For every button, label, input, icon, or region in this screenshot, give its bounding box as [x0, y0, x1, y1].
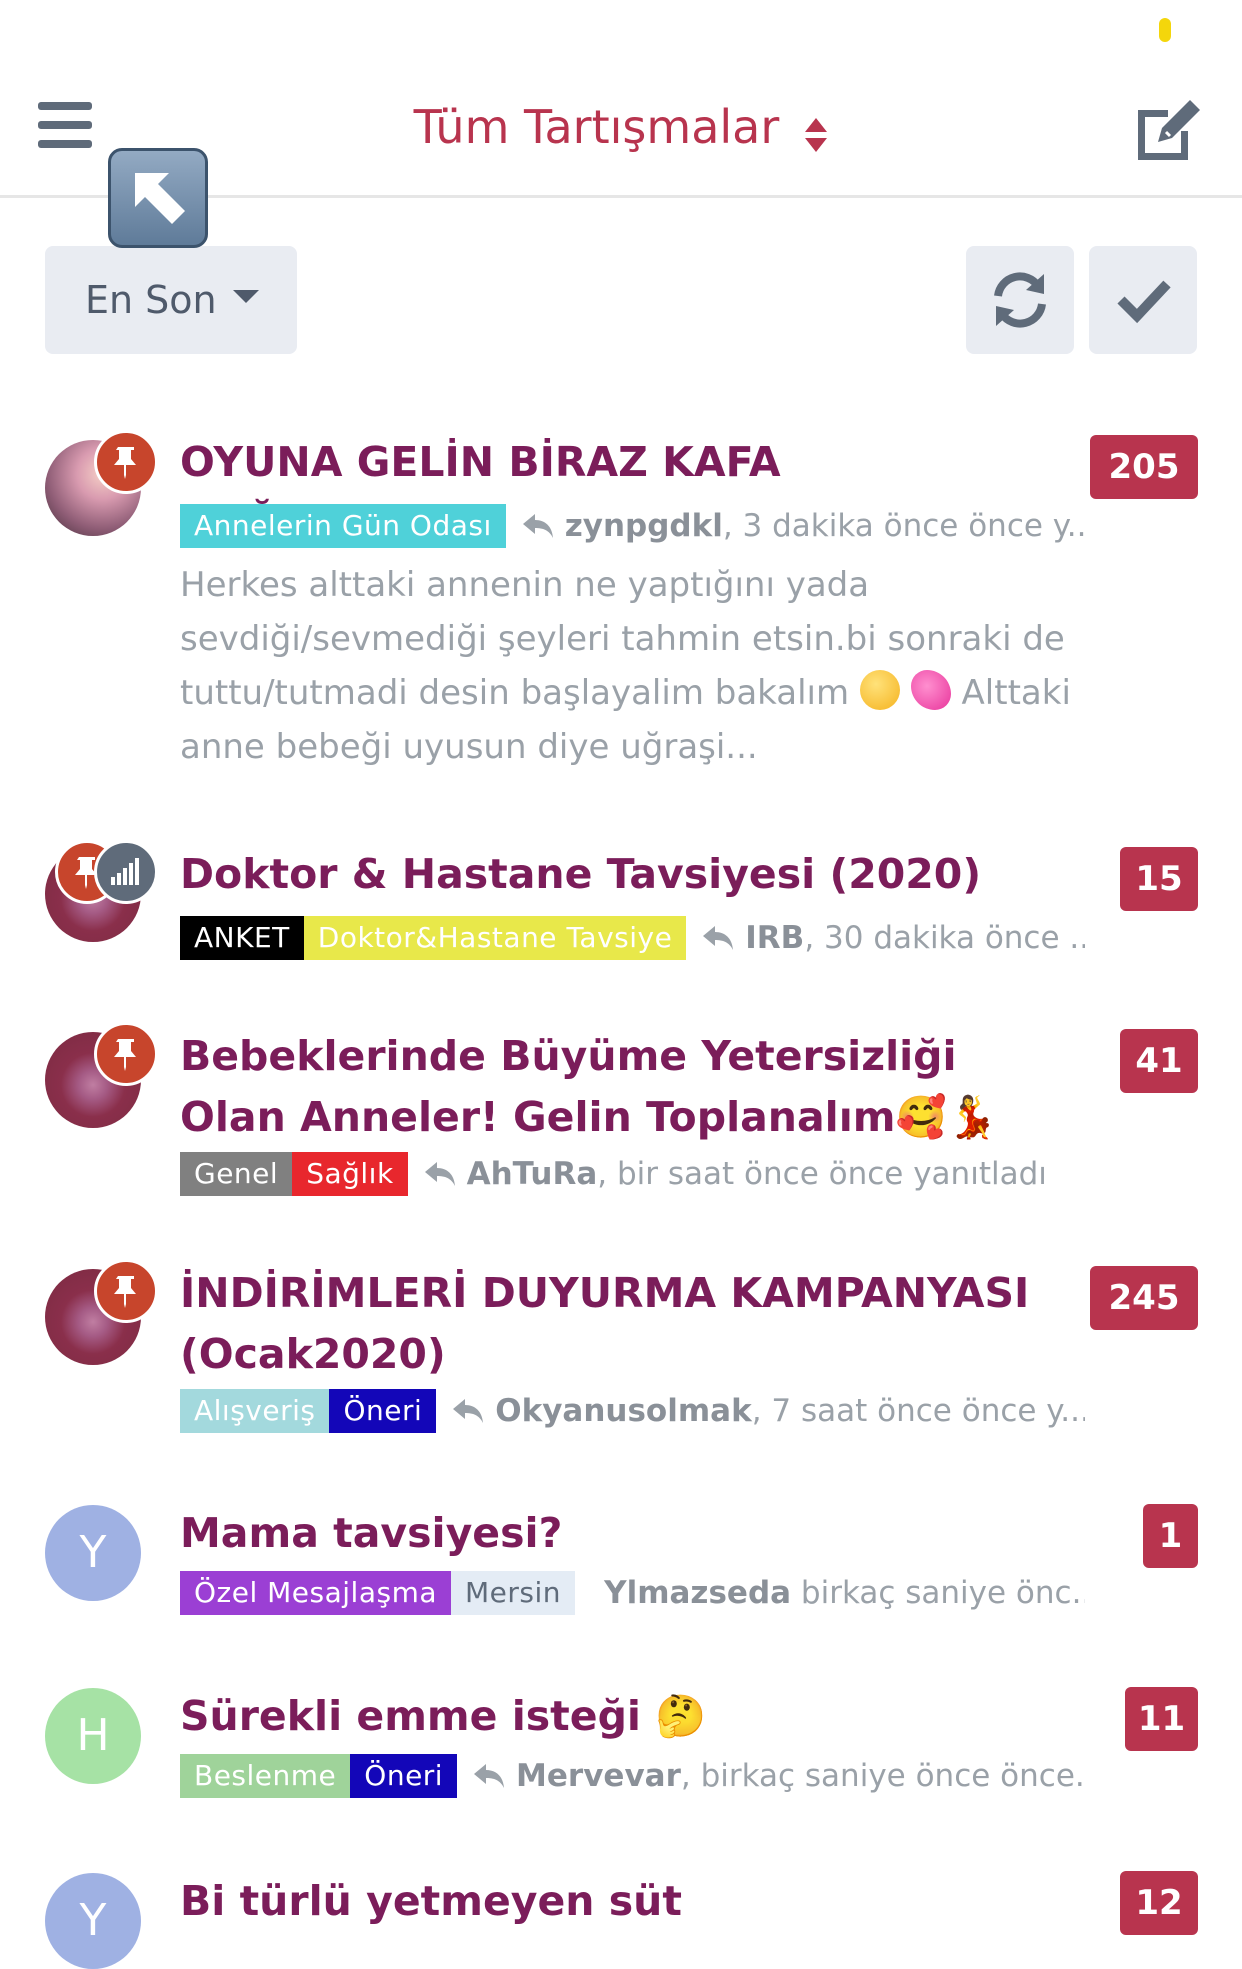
tag[interactable]: Öneri — [350, 1754, 458, 1798]
avatar[interactable]: Y — [45, 1873, 141, 1969]
last-reply: AhTuRa, bir saat önce önce yanıtladı — [423, 1152, 1047, 1196]
topic-meta: Özel Mesajlaşma Mersin Ylmazseda birkaç s… — [180, 1571, 1085, 1615]
topic-title[interactable]: Doktor & Hastane Tavsiyesi (2020) — [180, 844, 1040, 905]
reply-count: 1 — [1143, 1504, 1198, 1568]
sort-label: En Son — [85, 278, 217, 322]
username[interactable]: Mervevar — [516, 1758, 681, 1794]
pin-icon — [94, 430, 158, 494]
status-indicator — [1159, 18, 1171, 42]
reply-count: 41 — [1120, 1029, 1198, 1093]
mark-read-button[interactable] — [1089, 246, 1197, 354]
reply-icon — [424, 1162, 455, 1186]
avatar[interactable]: H — [45, 1688, 141, 1784]
caret-down-icon — [233, 290, 259, 303]
topic-meta: Beslenme Öneri Mervevar, birkaç saniye ön… — [180, 1754, 1085, 1798]
activity-text: , bir saat önce önce yanıtladı — [597, 1156, 1047, 1192]
activity-text: , 3 dakika önce önce y... — [722, 508, 1085, 544]
last-reply: IRB, 30 dakika önce ... — [701, 916, 1085, 960]
tag[interactable]: Sağlık — [292, 1152, 408, 1196]
reply-count: 245 — [1090, 1266, 1198, 1330]
reply-count: 12 — [1120, 1871, 1198, 1935]
sort-dropdown[interactable]: En Son — [45, 246, 297, 354]
topic-title[interactable]: İNDİRİMLERİ DUYURMA KAMPANYASI (Ocak2020… — [180, 1263, 1040, 1385]
tag[interactable]: Öneri — [329, 1389, 437, 1433]
back-arrow-icon[interactable] — [108, 148, 208, 248]
username[interactable]: Okyanusolmak — [495, 1393, 751, 1429]
refresh-button[interactable] — [966, 246, 1074, 354]
tag[interactable]: Mersin — [451, 1571, 576, 1615]
activity-text: birkaç saniye önc... — [791, 1575, 1085, 1611]
poll-icon — [94, 840, 158, 904]
username[interactable]: Ylmazseda — [604, 1575, 791, 1611]
tag[interactable]: Annelerin Gün Odası — [180, 504, 506, 548]
pin-icon — [94, 1259, 158, 1323]
reply-icon — [453, 1399, 484, 1423]
topic-excerpt: Herkes alttaki annenin ne yaptığını yada… — [180, 558, 1080, 774]
sort-arrows-icon[interactable] — [804, 116, 828, 154]
topic-title[interactable]: Bebeklerinde Büyüme Yetersizliği Olan An… — [180, 1026, 1040, 1148]
reply-count: 11 — [1125, 1687, 1198, 1751]
topic-meta: Genel Sağlık AhTuRa, bir saat önce önce y… — [180, 1152, 1085, 1196]
check-icon — [1117, 280, 1171, 324]
topic-meta: Annelerin Gün Odası zynpgdkl, 3 dakika ö… — [180, 504, 1085, 548]
activity-text: , 7 saat önce önce y... — [751, 1393, 1085, 1429]
topic-title[interactable]: Mama tavsiyesi? — [180, 1503, 1040, 1564]
tag[interactable]: ANKET — [180, 916, 304, 960]
tag[interactable]: Doktor&Hastane Tavsiye — [303, 916, 687, 960]
avatar[interactable]: Y — [45, 1505, 141, 1601]
activity-text: , birkaç saniye önce önce... — [680, 1758, 1085, 1794]
reply-count: 205 — [1090, 435, 1198, 499]
topic-meta: ANKET Doktor&Hastane Tavsiye IRB, 30 daki… — [180, 916, 1085, 960]
tag[interactable]: Beslenme — [180, 1754, 351, 1798]
last-reply: Ylmazseda birkaç saniye önc... — [604, 1571, 1085, 1615]
username[interactable]: zynpgdkl — [565, 508, 723, 544]
last-reply: Okyanusolmak, 7 saat önce önce y... — [451, 1389, 1085, 1433]
pin-icon — [94, 1022, 158, 1086]
last-reply: Mervevar, birkaç saniye önce önce... — [472, 1754, 1085, 1798]
reply-icon — [474, 1764, 505, 1788]
reply-icon — [522, 514, 553, 538]
page-title[interactable]: Tüm Tartışmalar — [414, 100, 780, 154]
username[interactable]: AhTuRa — [467, 1156, 598, 1192]
username[interactable]: IRB — [745, 920, 804, 956]
refresh-icon — [994, 272, 1046, 328]
hearts-emoji-icon — [910, 670, 951, 710]
reply-count: 15 — [1120, 847, 1198, 911]
topic-meta: Alışveriş Öneri Okyanusolmak, 7 saat önce… — [180, 1389, 1085, 1433]
topic-title[interactable]: Bi türlü yetmeyen süt — [180, 1871, 1040, 1932]
activity-text: , 30 dakika önce ... — [804, 920, 1085, 956]
topic-title[interactable]: Sürekli emme isteği 🤔 — [180, 1686, 1040, 1747]
tag[interactable]: Genel — [180, 1152, 293, 1196]
reply-icon — [703, 926, 734, 950]
last-reply: zynpgdkl, 3 dakika önce önce y... — [521, 504, 1085, 548]
tag[interactable]: Özel Mesajlaşma — [180, 1571, 452, 1615]
compose-icon[interactable] — [1132, 96, 1204, 162]
tag[interactable]: Alışveriş — [180, 1389, 330, 1433]
smile-emoji-icon — [859, 670, 900, 710]
